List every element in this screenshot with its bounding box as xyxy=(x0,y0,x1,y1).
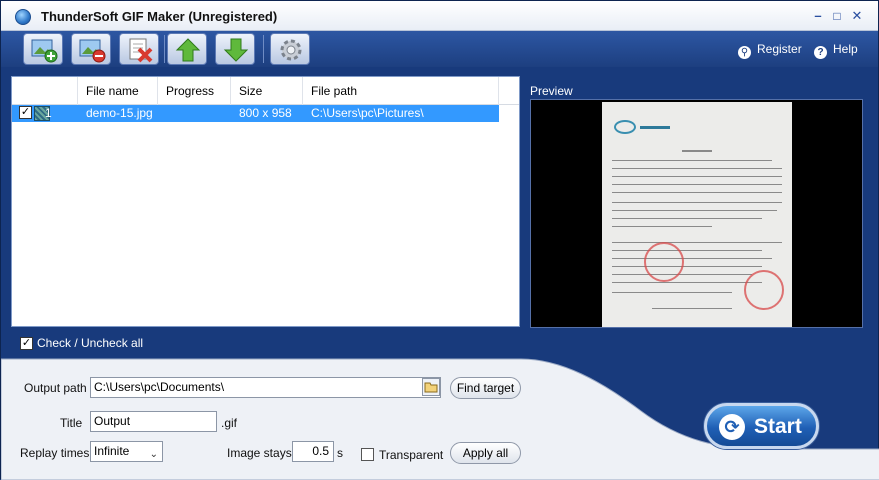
file-list[interactable]: File name Progress Size File path ✓ 1 de… xyxy=(11,76,520,327)
move-up-icon xyxy=(175,38,201,62)
transparent-label: Transparent xyxy=(379,448,444,462)
apply-all-button[interactable]: Apply all xyxy=(450,442,521,464)
close-icon[interactable]: ✕ xyxy=(850,9,864,23)
browse-folder-button[interactable] xyxy=(422,378,440,396)
check-all-checkbox[interactable]: ✓ xyxy=(20,337,33,350)
replay-times-value: Infinite xyxy=(94,444,130,458)
preview-image xyxy=(602,102,792,327)
move-down-icon xyxy=(223,38,249,62)
document-logo xyxy=(614,120,636,134)
red-stamp xyxy=(744,270,784,310)
title-label: Title xyxy=(60,416,83,430)
column-header[interactable]: File path xyxy=(303,77,499,105)
file-list-header: File name Progress Size File path xyxy=(12,77,519,105)
help-label: Help xyxy=(833,42,858,56)
row-index: 1 xyxy=(45,106,52,120)
row-checkbox[interactable]: ✓ xyxy=(19,106,32,119)
output-path-input[interactable]: C:\Users\pc\Documents\ xyxy=(90,377,441,398)
check-all-label: Check / Uncheck all xyxy=(37,336,144,350)
start-button[interactable]: ⟳ Start xyxy=(704,403,819,449)
replay-times-label: Replay times xyxy=(20,446,90,460)
progress-cell xyxy=(158,105,166,122)
toolbar-separator xyxy=(164,35,165,63)
title-bar: ThunderSoft GIF Maker (Unregistered) – □… xyxy=(1,1,878,31)
app-window: ThunderSoft GIF Maker (Unregistered) – □… xyxy=(0,0,879,480)
help-link[interactable]: ? Help xyxy=(814,42,858,59)
key-icon: ⚲ xyxy=(738,46,751,59)
preview-pane xyxy=(530,99,863,328)
transparent-checkbox[interactable] xyxy=(361,448,374,461)
seconds-unit-label: s xyxy=(337,446,343,460)
register-label: Register xyxy=(757,42,802,56)
column-header[interactable]: Progress xyxy=(158,77,231,105)
title-input[interactable]: Output xyxy=(90,411,217,432)
help-icon: ? xyxy=(814,46,827,59)
register-link[interactable]: ⚲ Register xyxy=(738,42,802,59)
minimize-icon[interactable]: – xyxy=(811,9,825,23)
settings-icon xyxy=(280,39,302,61)
add-image-icon xyxy=(31,39,58,63)
window-title: ThunderSoft GIF Maker (Unregistered) xyxy=(41,9,278,24)
table-row[interactable]: ✓ 1 demo-15.jpg 800 x 958 C:\Users\pc\Pi… xyxy=(12,105,499,122)
column-header[interactable]: File name xyxy=(78,77,158,105)
remove-image-button[interactable] xyxy=(71,33,111,65)
file-path-cell: C:\Users\pc\Pictures\ xyxy=(311,106,424,120)
clear-list-icon xyxy=(129,38,153,63)
output-path-label: Output path xyxy=(24,381,87,395)
folder-icon xyxy=(424,382,438,393)
file-name-cell: demo-15.jpg xyxy=(86,106,153,120)
image-stays-label: Image stays xyxy=(227,446,292,460)
maximize-icon[interactable]: □ xyxy=(830,9,844,23)
settings-button[interactable] xyxy=(270,33,310,65)
size-cell: 800 x 958 xyxy=(239,106,292,120)
gif-extension-label: .gif xyxy=(221,416,238,430)
preview-label: Preview xyxy=(530,84,573,98)
app-logo-icon xyxy=(15,9,31,25)
replay-times-select[interactable]: Infinite ⌄ xyxy=(90,441,163,462)
move-up-button[interactable] xyxy=(167,33,207,65)
image-stays-input[interactable]: 0.5 xyxy=(292,441,334,462)
clear-list-button[interactable] xyxy=(119,33,159,65)
find-target-button[interactable]: Find target xyxy=(450,377,521,399)
header-checkbox-column xyxy=(12,77,78,105)
chevron-down-icon: ⌄ xyxy=(149,449,158,460)
add-image-button[interactable] xyxy=(23,33,63,65)
refresh-arrow-icon: ⟳ xyxy=(719,414,745,440)
red-stamp xyxy=(644,242,684,282)
start-label: Start xyxy=(754,415,802,438)
remove-image-icon xyxy=(79,39,106,63)
toolbar-separator xyxy=(263,35,264,63)
move-down-button[interactable] xyxy=(215,33,255,65)
column-header[interactable]: Size xyxy=(231,77,303,105)
